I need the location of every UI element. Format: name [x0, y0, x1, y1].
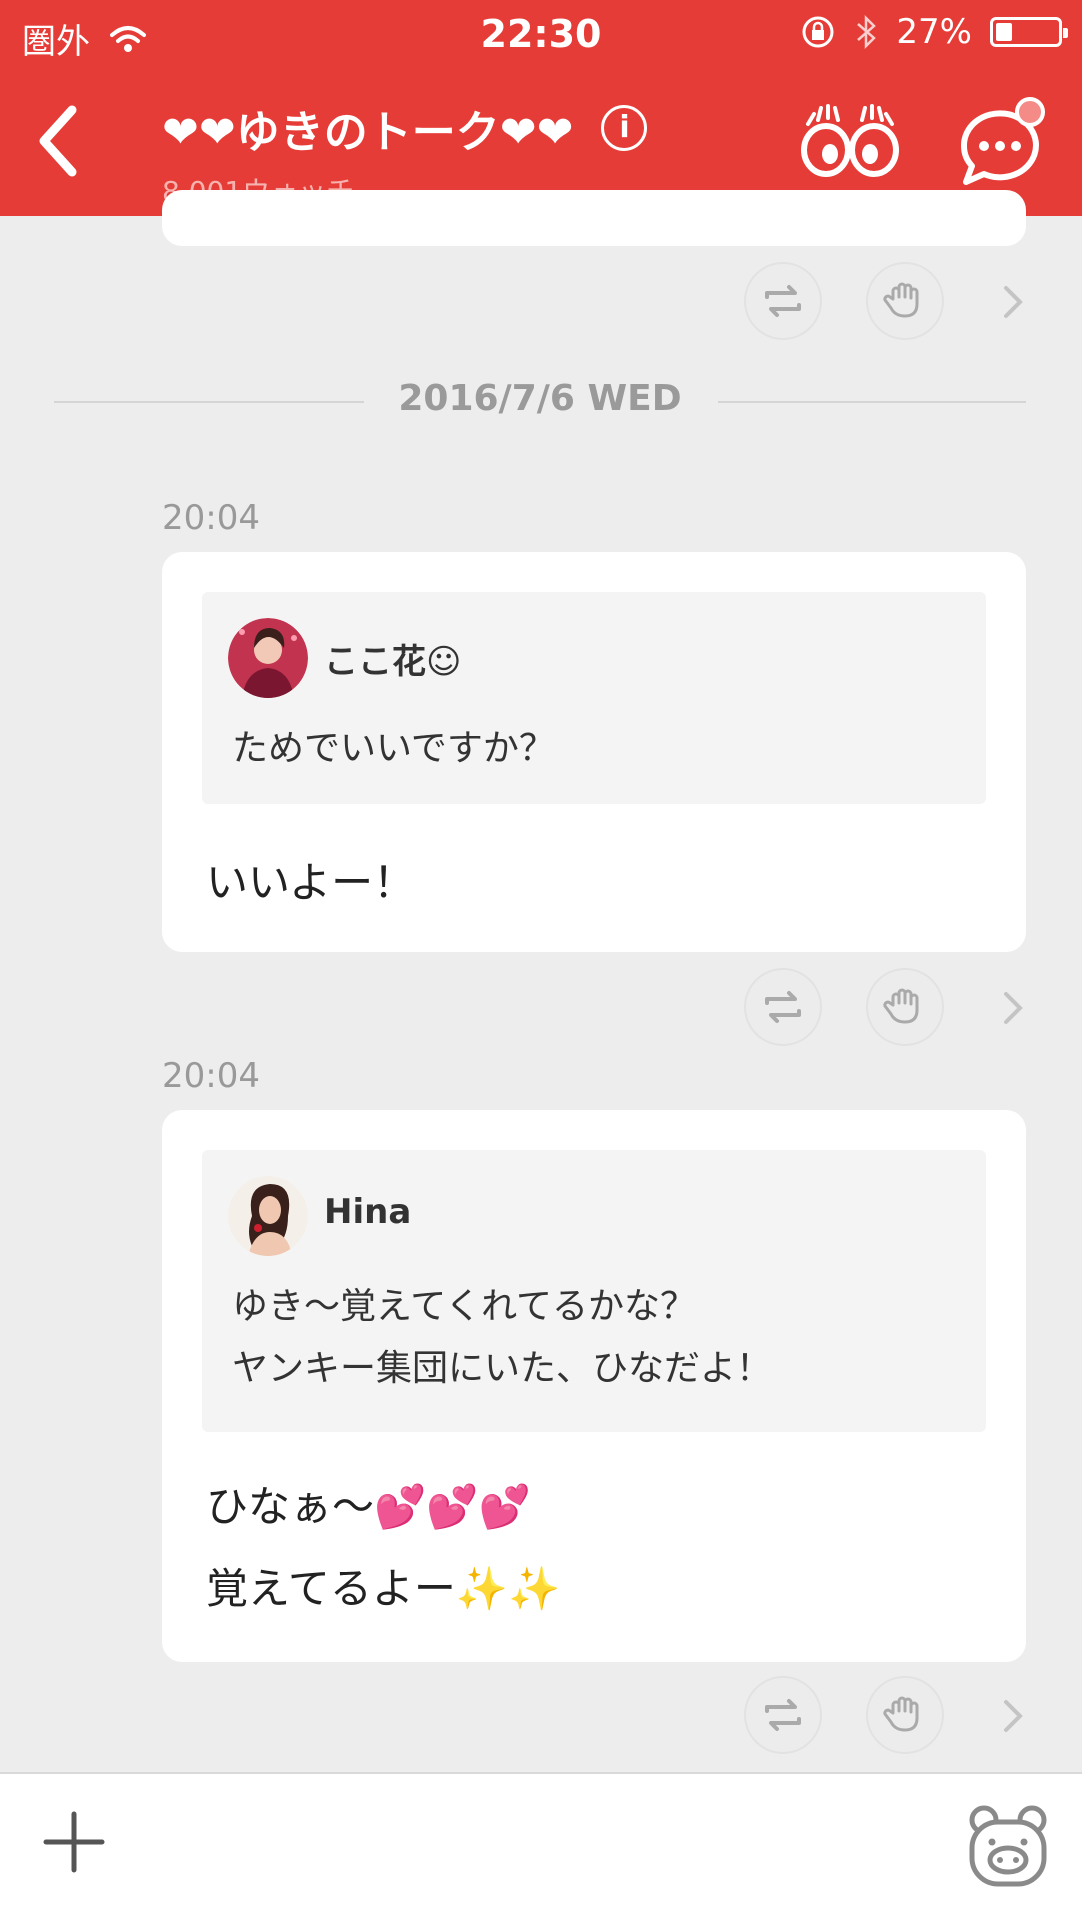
post-time: 20:04 — [162, 1056, 260, 1096]
eyes-icon[interactable] — [800, 102, 900, 182]
plus-icon[interactable] — [42, 1810, 106, 1874]
repost-icon — [765, 1699, 801, 1731]
quote-text-line: ためでいいですか？ — [232, 728, 555, 769]
message-card[interactable]: Hina ゆき〜覚えてくれてるかな？ ヤンキー集団にいた、ひなだよ！ ひなぁ〜💕… — [162, 1110, 1026, 1662]
date-separator: 2016/7/6 WED — [54, 376, 1026, 426]
chevron-right-icon[interactable] — [998, 1696, 1028, 1736]
chevron-right-icon[interactable] — [998, 988, 1028, 1028]
message-card[interactable]: ここ花☺ ためでいいですか？ いいよー！ — [162, 552, 1026, 952]
battery-percent: 27% — [896, 12, 972, 52]
battery-icon — [990, 17, 1068, 47]
chevron-right-icon[interactable] — [998, 282, 1028, 322]
chevron-left-icon[interactable] — [32, 96, 92, 186]
message-text-line: いいよー！ — [206, 858, 416, 907]
post-time: 20:04 — [162, 498, 260, 538]
message-text-line: 覚えてるよー✨✨ — [206, 1564, 561, 1613]
repost-button[interactable] — [744, 262, 822, 340]
hand-clap-icon — [883, 282, 919, 318]
clap-button[interactable] — [866, 1676, 944, 1754]
quote-text-line: ヤンキー集団にいた、ひなだよ！ — [232, 1348, 773, 1389]
repost-icon — [765, 991, 801, 1023]
bear-face-icon[interactable] — [964, 1802, 1052, 1890]
quote-author: Hina — [324, 1192, 412, 1232]
quote-author: ここ花☺ — [324, 642, 462, 682]
avatar[interactable] — [228, 1176, 308, 1256]
chat-bubble-icon[interactable] — [950, 90, 1050, 190]
clap-button[interactable] — [866, 262, 944, 340]
quoted-message[interactable]: Hina ゆき〜覚えてくれてるかな？ ヤンキー集団にいた、ひなだよ！ — [202, 1150, 986, 1432]
rotation-lock-icon — [802, 16, 834, 48]
info-icon[interactable]: i — [601, 105, 648, 151]
clap-button[interactable] — [866, 968, 944, 1046]
repost-button[interactable] — [744, 1676, 822, 1754]
quoted-message[interactable]: ここ花☺ ためでいいですか？ — [202, 592, 986, 804]
hand-clap-icon — [883, 1696, 919, 1732]
date-label: 2016/7/6 WED — [398, 378, 682, 419]
message-card-previous — [162, 190, 1026, 246]
hand-clap-icon — [883, 988, 919, 1024]
bluetooth-icon — [857, 14, 877, 50]
page-title: ❤❤ゆきのトーク❤❤ — [162, 107, 574, 158]
repost-button[interactable] — [744, 968, 822, 1046]
repost-icon — [765, 285, 801, 317]
quote-text-line: ゆき〜覚えてくれてるかな？ — [232, 1286, 697, 1327]
avatar[interactable] — [228, 618, 308, 698]
composer-bar — [0, 1772, 1082, 1920]
message-text-line: ひなぁ〜💕💕💕 — [206, 1482, 531, 1531]
status-bar: 圏外 22:30 27% — [0, 0, 1082, 70]
